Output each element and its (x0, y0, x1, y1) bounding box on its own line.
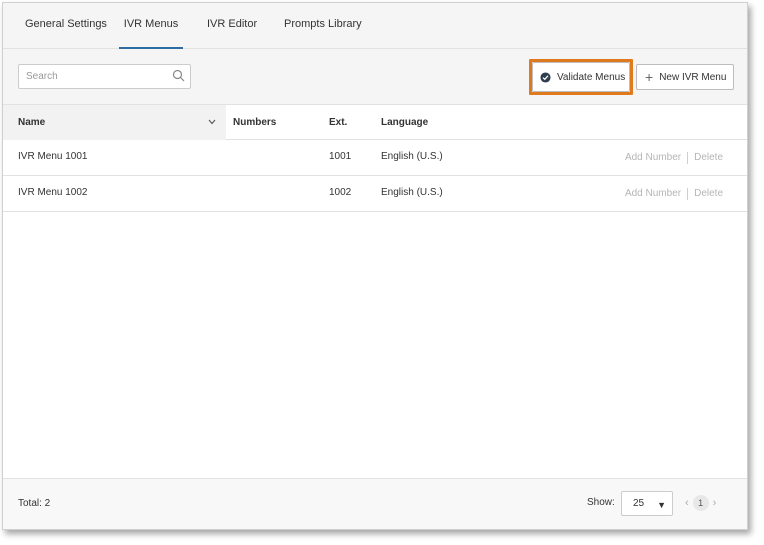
header-ext[interactable]: Ext. (329, 105, 347, 140)
tab-prompts-library[interactable]: Prompts Library (284, 3, 362, 49)
add-number-link[interactable]: Add Number (625, 177, 681, 211)
row-language: English (U.S.) (381, 151, 443, 162)
pagination: ‹ 1 › (685, 495, 716, 511)
search-box (18, 64, 191, 89)
header-language[interactable]: Language (381, 105, 428, 140)
tab-ivr-menus[interactable]: IVR Menus (119, 3, 183, 49)
table-row[interactable]: IVR Menu 1001 1001 English (U.S.) Add Nu… (3, 140, 747, 176)
chevron-down-icon[interactable] (208, 119, 216, 125)
row-ext: 1001 (329, 151, 352, 162)
ivr-menus-window: General Settings IVR Menus IVR Editor Pr… (2, 2, 748, 530)
header-name[interactable]: Name (18, 105, 45, 140)
chevron-right-icon[interactable]: › (713, 497, 717, 509)
validate-menus-button[interactable]: Validate Menus (532, 62, 630, 92)
caret-down-icon: ▼ (657, 500, 666, 510)
row-actions: Add Number Delete (625, 177, 723, 211)
new-ivr-menu-label: New IVR Menu (659, 71, 727, 83)
check-circle-icon (540, 71, 551, 83)
chevron-left-icon[interactable]: ‹ (685, 497, 689, 509)
search-input[interactable] (19, 65, 159, 88)
header-numbers[interactable]: Numbers (233, 105, 276, 140)
tab-general-settings[interactable]: General Settings (25, 3, 107, 49)
tab-bar: General Settings IVR Menus IVR Editor Pr… (3, 3, 747, 49)
page-number-current[interactable]: 1 (692, 495, 709, 511)
toolbar: Validate Menus + New IVR Menu (3, 49, 747, 105)
total-count: Total: 2 (18, 498, 51, 509)
row-ext: 1002 (329, 187, 352, 198)
page-size-select[interactable]: 25 ▼ (621, 491, 673, 516)
show-label: Show: (587, 497, 615, 508)
table-header: Name Numbers Ext. Language (3, 105, 747, 140)
delete-link[interactable]: Delete (694, 141, 723, 175)
row-name[interactable]: IVR Menu 1002 (18, 176, 88, 210)
add-number-link[interactable]: Add Number (625, 141, 681, 175)
table-footer: Total: 2 Show: 25 ▼ ‹ 1 › (3, 478, 747, 529)
page-size-value: 25 (633, 498, 645, 509)
row-language: English (U.S.) (381, 187, 443, 198)
row-name[interactable]: IVR Menu 1001 (18, 140, 88, 174)
validate-menus-label: Validate Menus (557, 71, 626, 83)
new-ivr-menu-button[interactable]: + New IVR Menu (636, 64, 734, 90)
search-icon[interactable] (172, 69, 186, 83)
plus-icon: + (645, 69, 654, 85)
action-divider (687, 152, 689, 164)
table-row[interactable]: IVR Menu 1002 1002 English (U.S.) Add Nu… (3, 176, 747, 212)
action-divider (687, 188, 689, 200)
row-actions: Add Number Delete (625, 141, 723, 175)
tab-ivr-editor[interactable]: IVR Editor (207, 3, 257, 49)
delete-link[interactable]: Delete (694, 177, 723, 211)
